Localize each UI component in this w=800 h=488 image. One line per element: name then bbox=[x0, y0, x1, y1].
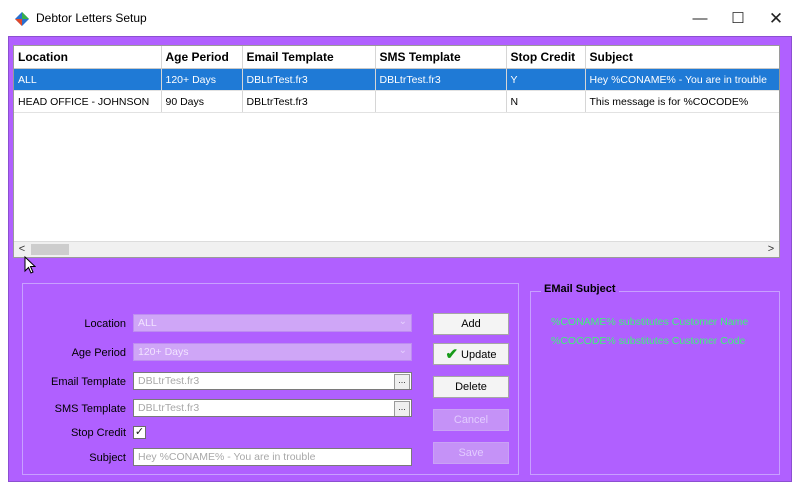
cell-email-template[interactable]: DBLtrTest.fr3 bbox=[242, 68, 376, 91]
column-header-sms-template[interactable]: SMS Template bbox=[375, 46, 507, 69]
column-header-email-template[interactable]: Email Template bbox=[242, 46, 376, 69]
column-header-subject[interactable]: Subject bbox=[585, 46, 779, 69]
sms-template-browse-button[interactable]: ... bbox=[394, 401, 410, 416]
checkmark-icon: ✓ bbox=[134, 426, 145, 438]
delete-button[interactable]: Delete bbox=[433, 376, 509, 398]
table-row[interactable]: ALL 120+ Days DBLtrTest.fr3 DBLtrTest.fr… bbox=[14, 68, 779, 91]
cell-subject[interactable]: Hey %CONAME% - You are in trouble bbox=[585, 68, 779, 91]
cell-email-template[interactable]: DBLtrTest.fr3 bbox=[242, 90, 376, 113]
cell-sms-template[interactable] bbox=[375, 90, 507, 113]
cell-age-period[interactable]: 120+ Days bbox=[161, 68, 243, 91]
horizontal-scrollbar[interactable]: < > bbox=[14, 241, 779, 257]
column-header-stop-credit[interactable]: Stop Credit bbox=[506, 46, 586, 69]
cell-stop-credit[interactable]: N bbox=[506, 90, 586, 113]
delete-button-label: Delete bbox=[455, 381, 487, 393]
checkmark-icon: ✔ bbox=[445, 346, 459, 363]
age-period-value: 120+ Days bbox=[138, 346, 189, 358]
email-template-label: Email Template bbox=[51, 376, 126, 388]
chevron-down-icon: ⌄ bbox=[398, 316, 407, 327]
add-button-label: Add bbox=[461, 318, 481, 330]
location-value: ALL bbox=[138, 317, 157, 329]
mouse-cursor-icon bbox=[24, 256, 36, 274]
cancel-button-label: Cancel bbox=[453, 414, 489, 426]
email-subject-hint: %CONAME% substitutes Customer Name bbox=[551, 316, 749, 328]
sms-template-input[interactable]: DBLtrTest.fr3 ... bbox=[133, 399, 412, 417]
column-header-location[interactable]: Location bbox=[14, 46, 162, 69]
age-period-label: Age Period bbox=[71, 347, 126, 359]
cell-location[interactable]: HEAD OFFICE - JOHNSON bbox=[14, 90, 162, 113]
add-button[interactable]: Add bbox=[433, 313, 509, 335]
close-button[interactable]: ✕ bbox=[756, 6, 796, 32]
update-button[interactable]: ✔ Update bbox=[433, 343, 509, 365]
cell-age-period[interactable]: 90 Days bbox=[161, 90, 243, 113]
location-label: Location bbox=[84, 318, 126, 330]
subject-label: Subject bbox=[89, 452, 126, 464]
subject-value: Hey %CONAME% - You are in trouble bbox=[138, 451, 316, 463]
age-period-dropdown[interactable]: 120+ Days ⌄ bbox=[133, 343, 412, 361]
scrollbar-thumb[interactable] bbox=[31, 244, 69, 255]
grid-header-row: Location Age Period Email Template SMS T… bbox=[14, 46, 779, 69]
scroll-right-arrow-icon[interactable]: > bbox=[763, 242, 779, 257]
save-button-label: Save bbox=[458, 447, 484, 459]
title-bar: Debtor Letters Setup — ☐ ✕ bbox=[0, 0, 800, 36]
app-icon bbox=[15, 12, 29, 26]
window-title: Debtor Letters Setup bbox=[36, 11, 147, 25]
email-template-browse-button[interactable]: ... bbox=[394, 374, 410, 389]
location-dropdown[interactable]: ALL ⌄ bbox=[133, 314, 412, 332]
sms-template-value: DBLtrTest.fr3 bbox=[138, 402, 200, 414]
cell-location[interactable]: ALL bbox=[14, 68, 162, 91]
sms-template-label: SMS Template bbox=[54, 403, 126, 415]
chevron-down-icon: ⌄ bbox=[398, 345, 407, 356]
column-header-age-period[interactable]: Age Period bbox=[161, 46, 243, 69]
letters-grid[interactable]: Location Age Period Email Template SMS T… bbox=[13, 45, 780, 258]
stop-credit-label: Stop Credit bbox=[70, 427, 126, 439]
email-subject-hint: %COCODE% substitutes Customer Code bbox=[551, 335, 746, 347]
maximize-button[interactable]: ☐ bbox=[718, 6, 758, 32]
email-template-input[interactable]: DBLtrTest.fr3 ... bbox=[133, 372, 412, 390]
email-template-value: DBLtrTest.fr3 bbox=[138, 375, 200, 387]
minimize-button[interactable]: — bbox=[680, 6, 720, 32]
scroll-left-arrow-icon[interactable]: < bbox=[14, 242, 30, 257]
update-button-label: Update bbox=[461, 349, 497, 361]
cancel-button[interactable]: Cancel bbox=[433, 409, 509, 431]
save-button[interactable]: Save bbox=[433, 442, 509, 464]
table-row[interactable]: HEAD OFFICE - JOHNSON 90 Days DBLtrTest.… bbox=[14, 90, 779, 113]
cell-subject[interactable]: This message is for %COCODE% bbox=[585, 90, 779, 113]
email-subject-title: EMail Subject bbox=[541, 283, 619, 295]
subject-input[interactable]: Hey %CONAME% - You are in trouble bbox=[133, 448, 412, 466]
stop-credit-checkbox[interactable]: ✓ bbox=[133, 426, 146, 439]
cell-sms-template[interactable]: DBLtrTest.fr3 bbox=[375, 68, 507, 91]
cell-stop-credit[interactable]: Y bbox=[506, 68, 586, 91]
